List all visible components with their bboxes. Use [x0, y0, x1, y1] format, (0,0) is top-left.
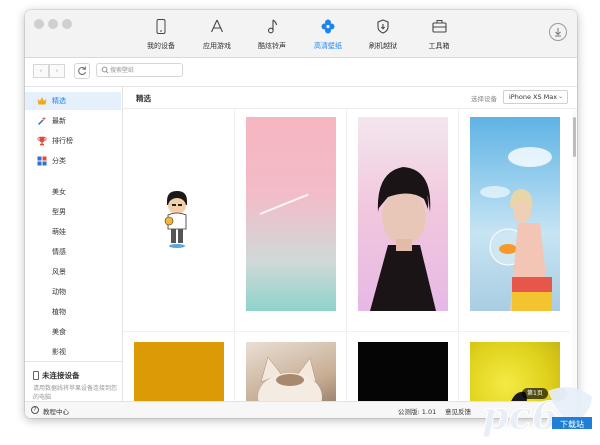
- connection-title: 未连接设备: [42, 371, 80, 380]
- category-emotion[interactable]: 情感: [52, 245, 66, 259]
- wallpaper-card[interactable]: [347, 331, 459, 407]
- search-icon: [101, 66, 109, 74]
- category-kids[interactable]: 萌娃: [52, 225, 66, 239]
- wallpaper-image: [246, 117, 336, 311]
- content-header: 精选 选择设备 iPhone XS Max ⌄: [123, 87, 577, 109]
- wallpaper-image: [134, 342, 224, 407]
- category-animals[interactable]: 动物: [52, 285, 66, 299]
- wallpaper-image: [358, 117, 448, 311]
- sidebar-item-categories[interactable]: 分类: [25, 152, 121, 170]
- tab-jailbreak[interactable]: 刷机越狱: [358, 16, 408, 56]
- phone-icon: [33, 371, 39, 380]
- refresh-icon: [78, 66, 86, 76]
- pc6-watermark-logo: pc6 下载站: [482, 387, 592, 438]
- section-title: 精选: [136, 94, 151, 103]
- device-select-value: iPhone XS Max: [509, 93, 558, 101]
- sidebar-item-featured[interactable]: 精选: [25, 92, 121, 110]
- cartoon-figure-image: [164, 191, 187, 248]
- device-label: 选择设备: [471, 95, 497, 103]
- wallpaper-image: [246, 342, 336, 407]
- category-landscape[interactable]: 风景: [52, 265, 66, 279]
- tab-label: 工具箱: [428, 42, 450, 50]
- wallpaper-grid: 第1页 ⌃: [123, 109, 571, 407]
- tab-label: 刷机越狱: [369, 42, 397, 50]
- feedback-link[interactable]: 意见反馈: [445, 406, 471, 416]
- app-window: 我的设备 应用游戏 酷炫铃声 高清壁纸 刷机越狱 工具箱 ‹ › 搜索壁纸 精选…: [25, 10, 577, 418]
- tab-toolbox[interactable]: 工具箱: [414, 16, 464, 56]
- sidebar-divider: [25, 361, 122, 362]
- category-plants[interactable]: 植物: [52, 305, 66, 319]
- tab-ringtones[interactable]: 酷炫铃声: [247, 16, 297, 56]
- sidebar-item-label: 最新: [52, 117, 66, 125]
- scrollbar[interactable]: [572, 109, 577, 407]
- shield-icon: [358, 19, 408, 35]
- sidebar-item-ranking[interactable]: 排行榜: [25, 132, 121, 150]
- sidebar: 精选 最新 排行榜 分类 美女 型男 萌娃 情感 风景 动物 植物 美食 影视 …: [25, 87, 123, 407]
- zoom-window-button[interactable]: [62, 19, 72, 29]
- connection-description: 请用数据线将苹果设备连接到您的电脑: [33, 385, 118, 401]
- wallpaper-image: [358, 342, 448, 407]
- sidebar-item-label: 分类: [52, 157, 66, 165]
- tutorial-center-link[interactable]: 教程中心: [43, 406, 69, 416]
- download-button[interactable]: [549, 23, 567, 41]
- main-content: 精选 选择设备 iPhone XS Max ⌄ 第1页: [123, 87, 577, 407]
- toolbar: ‹ ›: [25, 58, 577, 87]
- tab-label: 高清壁纸: [314, 42, 342, 50]
- sidebar-item-label: 精选: [52, 97, 66, 105]
- help-icon[interactable]: ?: [31, 406, 39, 414]
- download-icon: [555, 28, 561, 37]
- wallpaper-card[interactable]: [459, 109, 570, 331]
- tab-wallpapers[interactable]: 高清壁纸: [303, 16, 353, 56]
- wallpaper-card[interactable]: [123, 331, 235, 407]
- sidebar-item-latest[interactable]: 最新: [25, 112, 121, 130]
- tab-apps-games[interactable]: 应用游戏: [192, 16, 242, 56]
- scrollbar-thumb[interactable]: [573, 117, 576, 157]
- wallpaper-card[interactable]: [347, 109, 459, 331]
- sparkle-icon: [37, 116, 47, 126]
- flower-icon: [303, 19, 353, 35]
- tab-label: 我的设备: [147, 42, 175, 50]
- chevron-left-icon: ‹: [39, 66, 43, 75]
- title-bar: 我的设备 应用游戏 酷炫铃声 高清壁纸 刷机越狱 工具箱: [25, 10, 577, 58]
- wallpaper-card[interactable]: [235, 331, 347, 407]
- version-label: 公测版: 1.01: [398, 408, 437, 416]
- svg-text:下载站: 下载站: [560, 419, 584, 429]
- category-movies[interactable]: 影视: [52, 345, 66, 359]
- appstore-icon: [192, 19, 242, 35]
- tab-label: 酷炫铃声: [258, 42, 286, 50]
- chevron-down-icon: ⌄: [557, 93, 563, 100]
- refresh-button[interactable]: [74, 63, 90, 79]
- category-food[interactable]: 美食: [52, 325, 66, 339]
- toolbox-icon: [414, 19, 464, 35]
- forward-button[interactable]: ›: [49, 64, 65, 78]
- grid-icon: [37, 156, 47, 166]
- category-handsome[interactable]: 型男: [52, 205, 66, 219]
- tab-label: 应用游戏: [203, 42, 231, 50]
- wallpaper-card[interactable]: [123, 109, 235, 331]
- back-button[interactable]: ‹: [33, 64, 49, 78]
- wallpaper-card[interactable]: [235, 109, 347, 331]
- tab-my-device[interactable]: 我的设备: [136, 16, 186, 56]
- phone-icon: [136, 19, 186, 35]
- search-box: [96, 63, 183, 77]
- svg-text:pc6: pc6: [482, 393, 558, 438]
- sidebar-item-label: 排行榜: [52, 137, 73, 145]
- close-window-button[interactable]: [34, 19, 44, 29]
- minimize-window-button[interactable]: [48, 19, 58, 29]
- crown-icon: [37, 97, 47, 105]
- search-input[interactable]: [110, 64, 180, 76]
- chevron-right-icon: ›: [55, 66, 59, 75]
- music-note-icon: [247, 19, 297, 35]
- category-beauty[interactable]: 美女: [52, 185, 66, 199]
- wallpaper-image: [470, 117, 560, 311]
- device-select[interactable]: iPhone XS Max ⌄: [503, 90, 568, 104]
- trophy-icon: [37, 136, 47, 146]
